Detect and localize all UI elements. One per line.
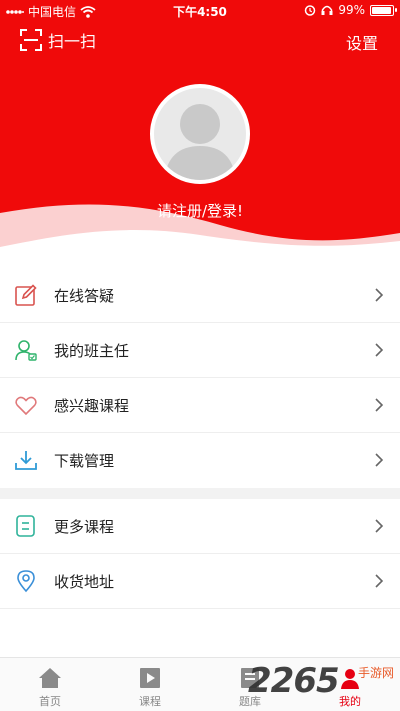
- headphones-icon: [321, 5, 333, 15]
- avatar[interactable]: [150, 84, 250, 184]
- status-bar: 中国电信 下午4:50 99%: [0, 0, 400, 22]
- menu-item-label: 下载管理: [54, 452, 115, 470]
- section-divider: [0, 488, 400, 499]
- tab-label: 首页: [39, 695, 61, 708]
- scan-label: 扫一扫: [48, 32, 97, 51]
- menu-item-interested-courses[interactable]: 感兴趣课程: [0, 378, 400, 433]
- battery-percent: 99%: [338, 3, 365, 17]
- edit-icon: [15, 284, 37, 306]
- menu-item-shipping-address[interactable]: 收货地址: [0, 554, 400, 609]
- chevron-right-icon: [375, 574, 384, 588]
- chevron-right-icon: [375, 343, 384, 357]
- home-icon: [39, 668, 61, 688]
- nav-bar: 扫一扫 设置: [0, 26, 400, 56]
- watermark-number: 2265: [248, 661, 340, 701]
- tab-courses[interactable]: 课程: [100, 658, 200, 711]
- chevron-right-icon: [375, 288, 384, 302]
- menu-item-label: 感兴趣课程: [54, 397, 130, 415]
- chevron-right-icon: [375, 519, 384, 533]
- chevron-right-icon: [375, 398, 384, 412]
- document-icon: [16, 515, 35, 537]
- scan-button[interactable]: 扫一扫: [20, 28, 96, 52]
- menu-group-secondary: 更多课程 收货地址: [0, 499, 400, 609]
- tab-home[interactable]: 首页: [0, 658, 100, 711]
- battery-icon: [370, 4, 397, 16]
- teacher-icon: [15, 340, 37, 361]
- login-prompt[interactable]: 请注册/登录!: [0, 200, 400, 221]
- menu-item-head-teacher[interactable]: 我的班主任: [0, 323, 400, 378]
- menu-item-label: 收货地址: [54, 573, 115, 591]
- scan-icon: [20, 29, 42, 51]
- heart-icon: [15, 396, 37, 416]
- default-avatar-icon: [164, 104, 236, 180]
- menu-item-more-courses[interactable]: 更多课程: [0, 499, 400, 554]
- menu-item-label: 在线答疑: [54, 287, 115, 305]
- watermark-text: 手游网: [357, 666, 394, 680]
- play-icon: [140, 668, 160, 688]
- menu-item-download-manager[interactable]: 下载管理: [0, 433, 400, 488]
- chevron-right-icon: [375, 453, 384, 467]
- tab-label: 课程: [139, 695, 161, 708]
- menu-item-online-qa[interactable]: 在线答疑: [0, 268, 400, 323]
- download-icon: [15, 451, 37, 470]
- location-pin-icon: [17, 570, 35, 593]
- menu-item-label: 我的班主任: [54, 342, 130, 360]
- menu-group-primary: 在线答疑 我的班主任 感兴趣课程 下载管理: [0, 268, 400, 488]
- watermark-logo: 2265 手游网: [246, 661, 396, 705]
- menu-item-label: 更多课程: [54, 518, 115, 536]
- settings-button[interactable]: 设置: [346, 30, 378, 54]
- alarm-icon: [305, 5, 316, 16]
